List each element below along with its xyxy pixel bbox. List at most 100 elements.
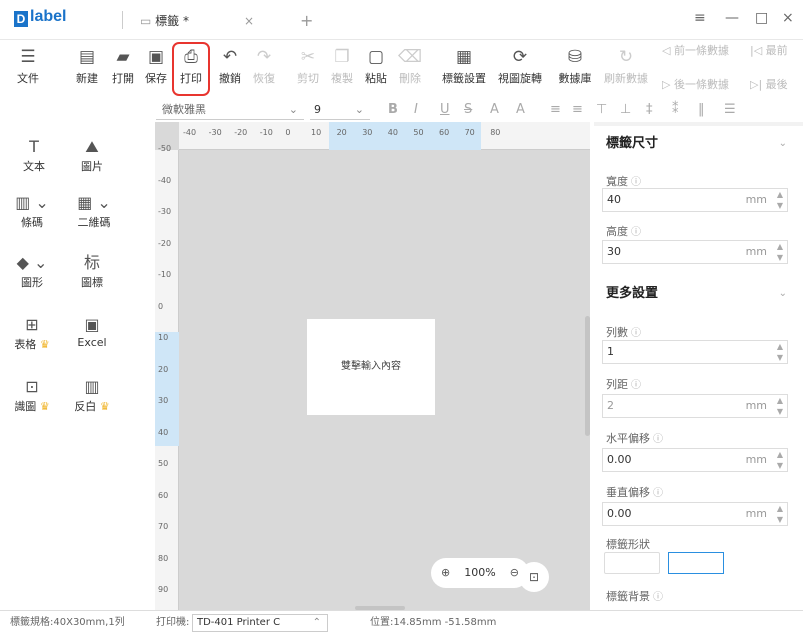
ruler-tick-label: 80 bbox=[158, 553, 169, 563]
underline-button[interactable]: U bbox=[440, 100, 450, 120]
trash-icon: ⌫ bbox=[397, 47, 423, 67]
shape-rect-option[interactable] bbox=[604, 552, 660, 574]
shape-ellipse-option[interactable] bbox=[732, 552, 786, 574]
tab-close-icon[interactable]: × bbox=[244, 6, 254, 36]
label-canvas[interactable]: 雙擊輸入內容 bbox=[307, 319, 435, 415]
ruler-tick-label: -20 bbox=[234, 128, 248, 137]
icon-badge-icon: 标 bbox=[83, 253, 100, 272]
strike-button[interactable]: S bbox=[464, 100, 472, 120]
image-icon: ⛰ bbox=[85, 137, 99, 156]
stepper-icon[interactable]: ▲ ▼ bbox=[777, 395, 783, 417]
qrcode-tool[interactable]: ▦ ⌄ 二維碼 bbox=[64, 192, 124, 230]
design-canvas[interactable]: -40 -30 -20 -10 0 10 20 30 40 50 60 70 80 -50 -40 -30 -2… bbox=[155, 122, 590, 610]
icon-tool[interactable]: 标圖標 bbox=[62, 252, 122, 290]
fit-view-button[interactable]: ⊡ bbox=[519, 562, 549, 592]
zoom-in-icon[interactable]: ⊕ bbox=[441, 558, 450, 588]
more-settings-section[interactable]: 更多設置 ⌄ bbox=[594, 276, 803, 312]
font-size-select[interactable]: 9 ⌄ bbox=[310, 100, 370, 120]
label-settings-button[interactable]: ▦ 標籤設置 bbox=[440, 44, 488, 86]
new-button[interactable]: ▤ 新建 bbox=[72, 44, 102, 86]
cols-field[interactable]: 1 ▲ ▼ bbox=[602, 340, 788, 364]
open-button[interactable]: ▰ 打開 bbox=[108, 44, 138, 86]
voffset-field[interactable]: 0.00 mm ▲ ▼ bbox=[602, 502, 788, 526]
shape-rounded-option[interactable] bbox=[668, 552, 724, 574]
gap-field[interactable]: 2 mm ▲ ▼ bbox=[602, 394, 788, 418]
view-rotate-button[interactable]: ⟳ 視圖旋轉 bbox=[496, 44, 544, 86]
printer-select[interactable]: TD-401 Printer C ⌃ bbox=[192, 614, 328, 632]
ruler-tick-label: -40 bbox=[183, 128, 197, 137]
maximize-icon[interactable]: □ bbox=[755, 10, 768, 26]
copy-button[interactable]: ❐ 複製 bbox=[328, 44, 356, 86]
font-grow-button[interactable]: A bbox=[490, 100, 499, 120]
ruler-tick-label: 20 bbox=[336, 128, 347, 137]
file-button[interactable]: ☰ 文件 bbox=[14, 44, 42, 86]
font-shrink-button[interactable]: A bbox=[516, 100, 525, 120]
redo-button[interactable]: ↷ 恢復 bbox=[250, 44, 278, 86]
stepper-icon[interactable]: ▲ ▼ bbox=[777, 341, 783, 363]
next-data-button[interactable]: ▷ 後一條數據 bbox=[662, 76, 738, 92]
database-button[interactable]: ⛁ 數據庫 bbox=[556, 44, 594, 86]
zoom-out-icon[interactable]: ⊖ bbox=[510, 558, 519, 588]
collapse-icon[interactable]: ⌄ bbox=[779, 276, 787, 312]
cols-label: 列數 ⓘ bbox=[606, 326, 641, 339]
table-tool[interactable]: ⊞ 表格 ♛ bbox=[2, 314, 62, 352]
font-family-select[interactable]: 微軟雅黑 ⌄ bbox=[156, 100, 304, 120]
paste-button[interactable]: ▢ 粘貼 bbox=[362, 44, 390, 86]
stepper-icon[interactable]: ▲ ▼ bbox=[777, 503, 783, 525]
stepper-icon[interactable]: ▲ ▼ bbox=[777, 449, 783, 471]
stepper-icon[interactable]: ▲ ▼ bbox=[777, 241, 783, 263]
excel-tool[interactable]: ▣ Excel bbox=[62, 314, 122, 349]
new-tab-button[interactable]: + bbox=[300, 6, 313, 36]
width-label: 寬度 ⓘ bbox=[606, 175, 641, 188]
text-tool[interactable]: T 文本 bbox=[4, 136, 64, 174]
excel-icon: ▣ bbox=[84, 315, 100, 334]
align-bottom-icon[interactable]: ⊥ bbox=[620, 100, 631, 120]
crown-icon: ♛ bbox=[99, 400, 110, 413]
ruler-tick-label: 20 bbox=[158, 364, 169, 374]
menu-icon[interactable]: ≡ bbox=[694, 10, 706, 26]
align-left-icon[interactable]: ≡ bbox=[550, 100, 561, 120]
shape-tool[interactable]: ◆ ⌄ 圖形 bbox=[2, 252, 62, 290]
prev-data-button[interactable]: ◁ 前一條數據 bbox=[662, 42, 738, 58]
italic-button[interactable]: I bbox=[414, 100, 418, 120]
help-icon: ⓘ bbox=[631, 177, 641, 188]
ruler-tick-label: -40 bbox=[158, 175, 172, 185]
invert-icon: ▥ bbox=[84, 377, 100, 396]
paste-icon: ▢ bbox=[367, 47, 385, 67]
align-center-icon[interactable]: ‡ bbox=[646, 100, 653, 120]
invert-tool[interactable]: ▥ 反白 ♛ bbox=[62, 376, 122, 414]
logo-icon: D bbox=[14, 11, 28, 27]
collapse-icon[interactable]: ⌄ bbox=[779, 126, 787, 162]
align-top-icon[interactable]: ⊤ bbox=[596, 100, 607, 120]
delete-button[interactable]: ⌫ 刪除 bbox=[396, 44, 424, 86]
ruler-tick-label: 0 bbox=[158, 301, 164, 311]
undo-button[interactable]: ↶ 撤銷 bbox=[216, 44, 244, 86]
spacing-icon[interactable]: ‖ bbox=[698, 100, 705, 120]
bold-button[interactable]: B bbox=[388, 100, 398, 120]
vertical-scrollbar[interactable] bbox=[585, 316, 590, 436]
document-tab[interactable]: ▭ 標籤 * × bbox=[130, 6, 280, 36]
barcode-tool[interactable]: ▥ ⌄ 條碼 bbox=[2, 192, 62, 230]
cut-button[interactable]: ✂ 剪切 bbox=[294, 44, 322, 86]
image-tool[interactable]: ⛰ 圖片 bbox=[62, 136, 122, 174]
width-field[interactable]: 40 mm ▲ ▼ bbox=[602, 188, 788, 212]
align-right-icon[interactable]: ≡ bbox=[572, 100, 583, 120]
distribute-icon[interactable]: ⁑ bbox=[672, 100, 679, 120]
height-field[interactable]: 30 mm ▲ ▼ bbox=[602, 240, 788, 264]
crown-icon: ♛ bbox=[39, 400, 50, 413]
save-button[interactable]: ▣ 保存 bbox=[142, 44, 170, 86]
ruler-tick-label: -10 bbox=[259, 128, 273, 137]
hoffset-field[interactable]: 0.00 mm ▲ ▼ bbox=[602, 448, 788, 472]
stepper-icon[interactable]: ▲ ▼ bbox=[777, 189, 783, 211]
scan-image-icon: ⊡ bbox=[25, 377, 39, 396]
justify-icon[interactable]: ☰ bbox=[724, 100, 736, 120]
label-settings-icon: ▦ bbox=[455, 47, 473, 67]
zoom-control: ⊕ 100% ⊖ bbox=[431, 558, 529, 588]
minimize-icon[interactable]: — bbox=[725, 10, 739, 26]
scan-image-tool[interactable]: ⊡ 識圖 ♛ bbox=[2, 376, 62, 414]
first-record-button[interactable]: |◁ 最前 bbox=[750, 42, 800, 58]
last-record-button[interactable]: ▷| 最後 bbox=[750, 76, 800, 92]
close-window-icon[interactable]: × bbox=[782, 10, 794, 26]
label-size-section[interactable]: 標籤尺寸 ⌄ bbox=[594, 126, 803, 162]
refresh-data-button[interactable]: ↻ 刷新數據 bbox=[604, 44, 648, 86]
